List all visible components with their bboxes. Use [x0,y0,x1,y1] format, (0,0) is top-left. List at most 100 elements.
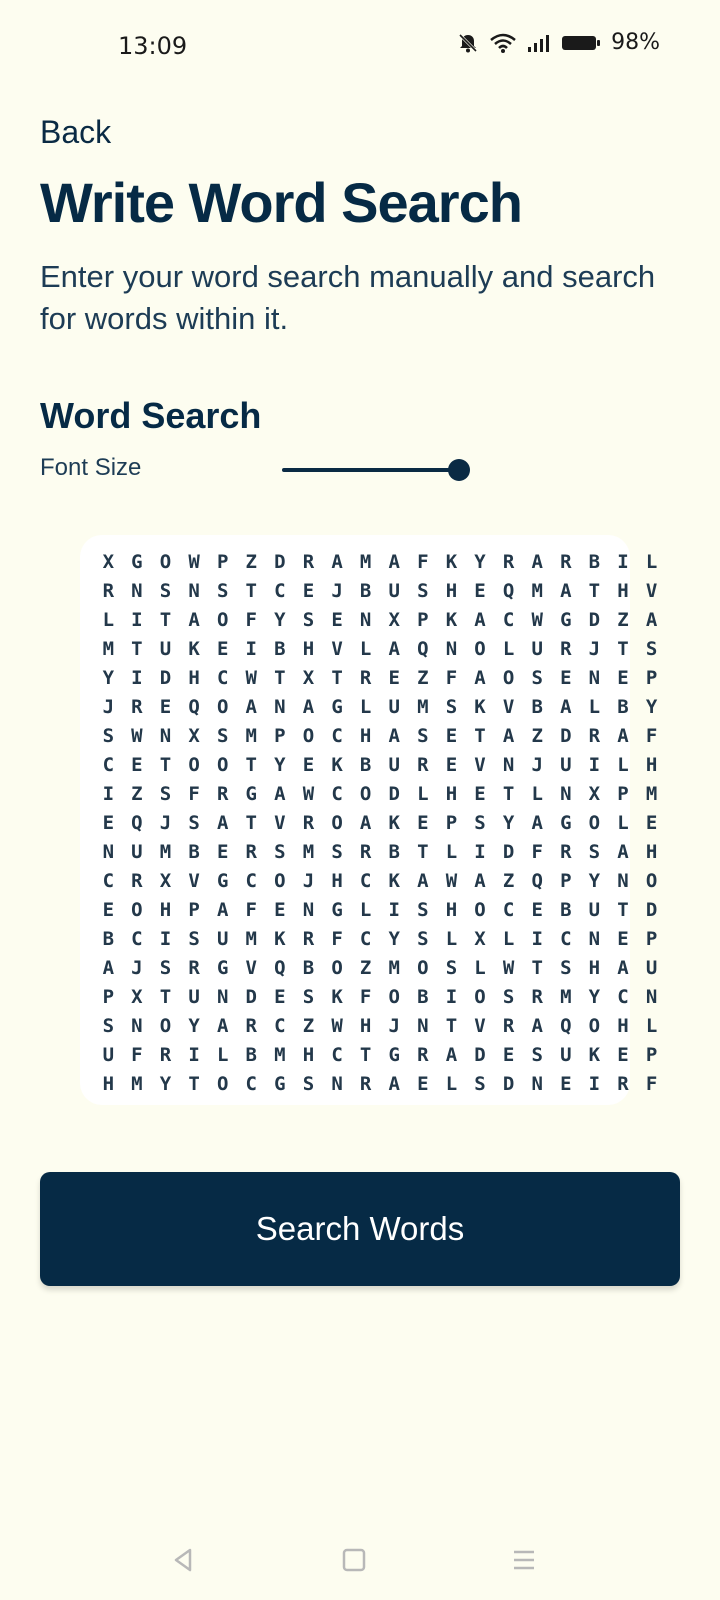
grid-cell: L [617,811,629,834]
grid-cell: L [417,782,429,805]
grid-cell: H [645,840,658,863]
status-icons: 98% [457,30,660,55]
grid-cell: R [417,753,429,776]
grid-cell: A [617,724,629,747]
grid-cell: Z [502,869,515,892]
slider-track [282,468,462,472]
grid-cell: A [474,666,486,689]
grid-cell: L [216,1043,229,1066]
grid-cell: A [302,695,315,718]
signal-icon [527,33,551,53]
back-link[interactable]: Back [40,114,111,151]
grid-cell: L [359,898,372,921]
grid-cell: S [417,579,429,602]
grid-cell: B [560,898,572,921]
grid-cell: T [159,608,172,631]
grid-cell: P [274,724,286,747]
grid-cell: T [502,782,515,805]
grid-cell: Y [474,550,486,573]
grid-cell: H [302,637,315,660]
grid-cell: E [560,1072,572,1095]
grid-cell: P [417,608,429,631]
grid-cell: D [645,898,658,921]
grid-cell: O [474,985,486,1008]
grid-cell: B [417,985,429,1008]
grid-cell: B [388,840,400,863]
grid-cell: F [131,1043,143,1066]
grid-cell: K [331,753,343,776]
grid-cell: A [388,1072,400,1095]
slider-thumb[interactable] [448,459,470,481]
grid-cell: N [502,753,515,776]
grid-cell: G [131,550,143,573]
grid-cell: V [274,811,286,834]
grid-cell: V [645,579,658,602]
grid-cell: O [588,1014,601,1037]
grid-cell: K [445,550,458,573]
back-triangle-icon[interactable] [166,1542,202,1578]
word-search-grid-card[interactable]: XGOWPZDRAMAFKYRARBILRNSNSTCEJBUSHEQMATHV… [80,535,657,1105]
grid-cell: T [617,898,629,921]
grid-cell: Z [131,782,143,805]
grid-cell: E [302,753,315,776]
grid-cell: Q [188,695,200,718]
grid-cell: D [502,840,515,863]
grid-cell: C [274,1014,286,1037]
grid-cell: D [560,724,572,747]
menu-lines-icon[interactable] [506,1542,542,1578]
grid-cell: E [417,811,429,834]
home-square-icon[interactable] [336,1542,372,1578]
grid-cell: B [302,956,315,979]
grid-cell: H [331,869,343,892]
grid-row: NUMBERSMSRBTLIDFRSAH [94,837,666,866]
grid-cell: Y [388,927,400,950]
grid-cell: T [159,985,172,1008]
grid-cell: R [417,1043,429,1066]
grid-cell: J [102,695,115,718]
grid-row: BCISUMKRFCYSLXLICNEP [94,924,666,953]
grid-cell: D [474,1043,486,1066]
grid-cell: C [131,927,143,950]
grid-cell: X [474,927,486,950]
grid-cell: J [302,869,315,892]
grid-cell: L [645,550,658,573]
grid-cell: T [331,666,343,689]
grid-cell: E [159,695,172,718]
grid-cell: I [445,985,458,1008]
grid-cell: K [388,811,400,834]
font-size-slider[interactable] [282,459,472,481]
grid-cell: Y [188,1014,200,1037]
grid-cell: B [274,637,286,660]
grid-cell: H [445,579,458,602]
search-words-button[interactable]: Search Words [40,1172,680,1286]
grid-cell: R [560,840,572,863]
grid-cell: C [617,985,629,1008]
grid-cell: N [274,695,286,718]
grid-cell: Q [531,869,543,892]
grid-cell: O [417,956,429,979]
grid-cell: E [102,811,115,834]
grid-cell: Q [131,811,143,834]
grid-row: PXTUNDESKFOBIOSRMYCN [94,982,666,1011]
grid-cell: I [531,927,543,950]
grid-cell: O [588,811,601,834]
grid-cell: A [645,608,658,631]
grid-cell: N [417,1014,429,1037]
grid-cell: T [474,724,486,747]
grid-cell: M [274,1043,286,1066]
grid-cell: A [388,724,400,747]
grid-cell: N [445,637,458,660]
grid-cell: G [216,956,229,979]
grid-cell: W [445,869,458,892]
grid-cell: C [245,869,257,892]
wifi-icon [489,32,517,54]
grid-cell: X [188,724,200,747]
grid-cell: D [159,666,172,689]
grid-cell: R [131,869,143,892]
grid-row: RNSNSTCEJBUSHEQMATHV [94,576,666,605]
grid-cell: U [159,637,172,660]
grid-cell: F [645,1072,658,1095]
grid-cell: T [131,637,143,660]
grid-cell: I [245,637,257,660]
grid-cell: N [560,782,572,805]
